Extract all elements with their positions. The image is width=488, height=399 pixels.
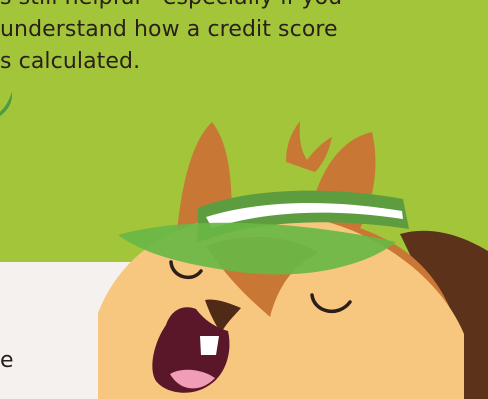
hero-line-2: understand how a credit score bbox=[0, 17, 338, 42]
hero-line-1: s still helpful—especially if you bbox=[0, 0, 342, 14]
page: s still helpful—especially if you unders… bbox=[0, 0, 488, 399]
leaf-icon bbox=[0, 92, 13, 117]
partial-text: e bbox=[0, 348, 14, 373]
hero-description: s still helpful—especially if you unders… bbox=[0, 0, 342, 78]
head-tuft bbox=[286, 121, 332, 172]
hero-line-3: s calculated. bbox=[0, 49, 141, 74]
squirrel-with-visor-icon bbox=[98, 121, 488, 399]
tooth bbox=[200, 336, 219, 355]
